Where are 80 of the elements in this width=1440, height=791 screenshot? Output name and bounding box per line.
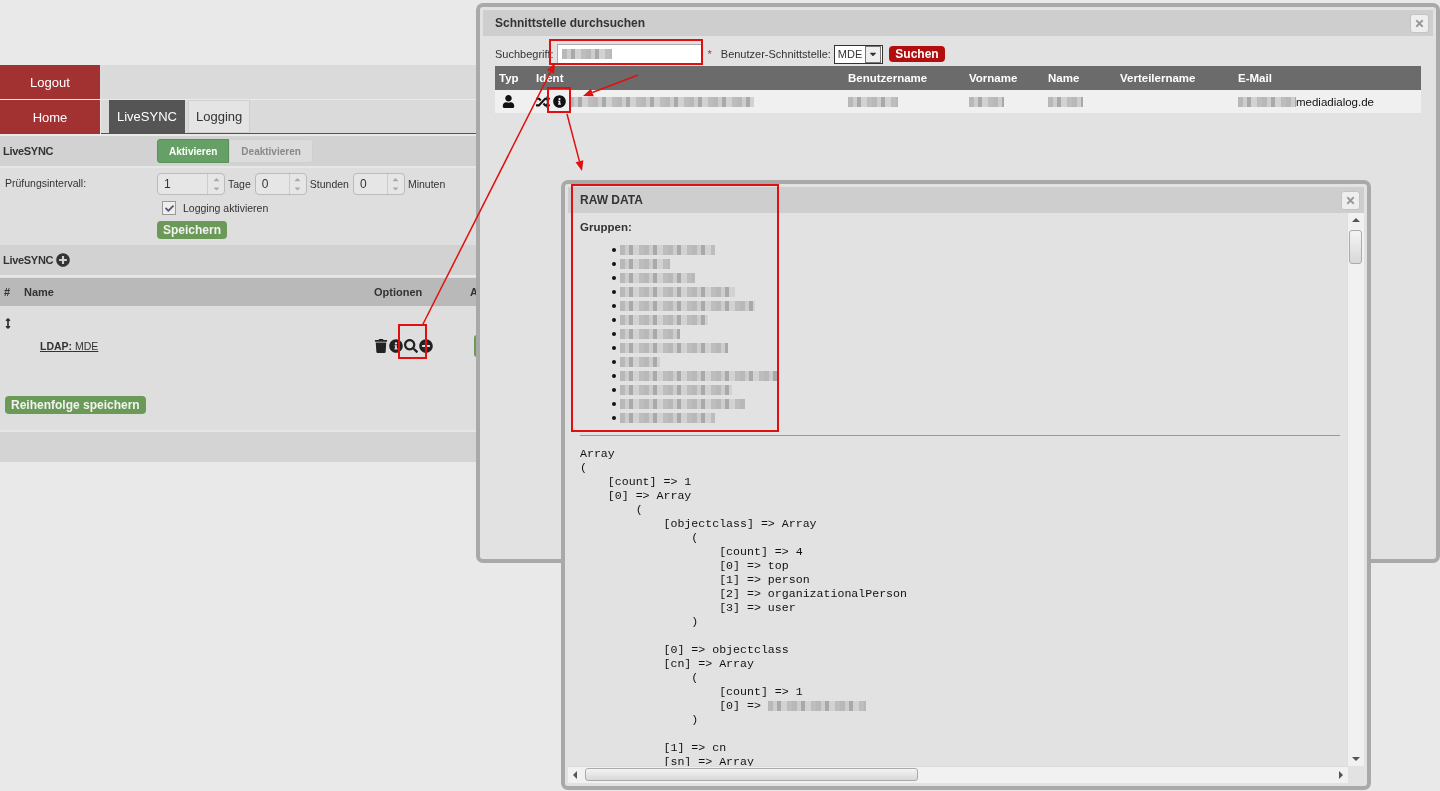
annotation-arrow [566,113,584,171]
bullet-icon [612,290,616,294]
column-header: Vorname [969,72,1019,84]
user-icon [502,95,515,108]
code-line: [2] => organizationalPerson [718,587,907,601]
code-line: ( [690,671,699,685]
section-title: LiveSYNC [3,145,55,157]
code-line: [cn] => Array [662,657,754,671]
column-header: Benutzername [848,72,929,84]
add-icon[interactable] [419,339,433,353]
column-header: E-Mail [1238,72,1273,84]
bullet-icon [612,346,616,350]
trash-icon[interactable] [374,339,388,353]
unit-label: Tage [228,178,251,190]
column-header: # [4,286,12,298]
close-icon [1414,17,1425,29]
bullet-icon [612,318,616,322]
search-field[interactable] [556,44,703,64]
code-line: ( [634,503,643,517]
interface-select[interactable]: MDE [833,44,884,64]
section-title: LiveSYNC [3,254,54,266]
column-header: Name [1048,72,1081,84]
code-line: [0] => Array [606,489,692,503]
code-line: [count] => 4 [718,545,803,559]
email-text: mediadialog.de [1296,95,1374,108]
tab[interactable]: LiveSYNC [109,100,185,133]
unit-label: Minuten [407,178,446,190]
dialog-title: Schnittstelle durchsuchen [495,16,646,30]
bullet-icon [612,360,616,364]
bullet-icon [612,262,616,266]
tab[interactable]: Logging [187,100,251,133]
field-label: Benutzer-Schnittstelle: [720,48,831,60]
annotation-frame [547,87,571,113]
field-label: Prüfungsintervall: [4,176,88,191]
code-line: ( [690,531,699,545]
info-icon[interactable] [553,95,566,108]
bullet-icon [612,248,616,252]
column-header: Typ [499,72,520,84]
checkbox-label: Logging aktivieren [183,202,269,214]
vertical-scrollbar[interactable] [1347,213,1364,766]
code-line: [1] => cn [662,741,727,755]
search-icon[interactable] [404,339,418,353]
column-header: Name [24,286,55,298]
search-button[interactable]: Suchen [889,46,945,62]
code-line: [0] => [718,699,762,713]
info-icon[interactable] [389,339,403,353]
bullet-icon [612,304,616,308]
drag-handle-icon[interactable] [4,317,12,329]
bullet-icon [612,276,616,280]
code-line: [0] => objectclass [662,643,789,657]
code-line: [count] => 1 [606,475,692,489]
bullet-icon [612,374,616,378]
column-header: Optionen [374,286,424,298]
horizontal-scrollbar[interactable] [568,766,1348,783]
code-line: [0] => top [718,559,789,573]
code-line: ) [690,615,699,629]
bullet-icon [612,416,616,420]
dialog-title: RAW DATA [580,193,643,207]
code-line: ( [580,461,587,475]
code-line: [objectclass] => Array [662,517,817,531]
column-header: Verteilername [1120,72,1197,84]
annotation-arrow [583,74,639,97]
bullet-icon [612,402,616,406]
code-line: [count] => 1 [718,685,803,699]
bullet-icon [612,388,616,392]
groups-label: Gruppen: [580,220,633,235]
required-mark: * [707,48,712,60]
bullet-icon [612,332,616,336]
checkbox[interactable] [162,201,176,215]
home-button[interactable]: Home [0,100,100,134]
close-icon [1345,194,1356,206]
logout-button[interactable]: Logout [0,65,100,99]
code-line: [1] => person [718,573,810,587]
add-icon[interactable] [56,253,71,267]
unit-label: Stunden [309,178,349,190]
code-line: ) [690,713,699,727]
annotation-frame [398,324,427,359]
interface-link[interactable]: LDAP: MDE [40,340,374,352]
code-line: Array [580,447,615,461]
code-line: [3] => user [718,601,796,615]
